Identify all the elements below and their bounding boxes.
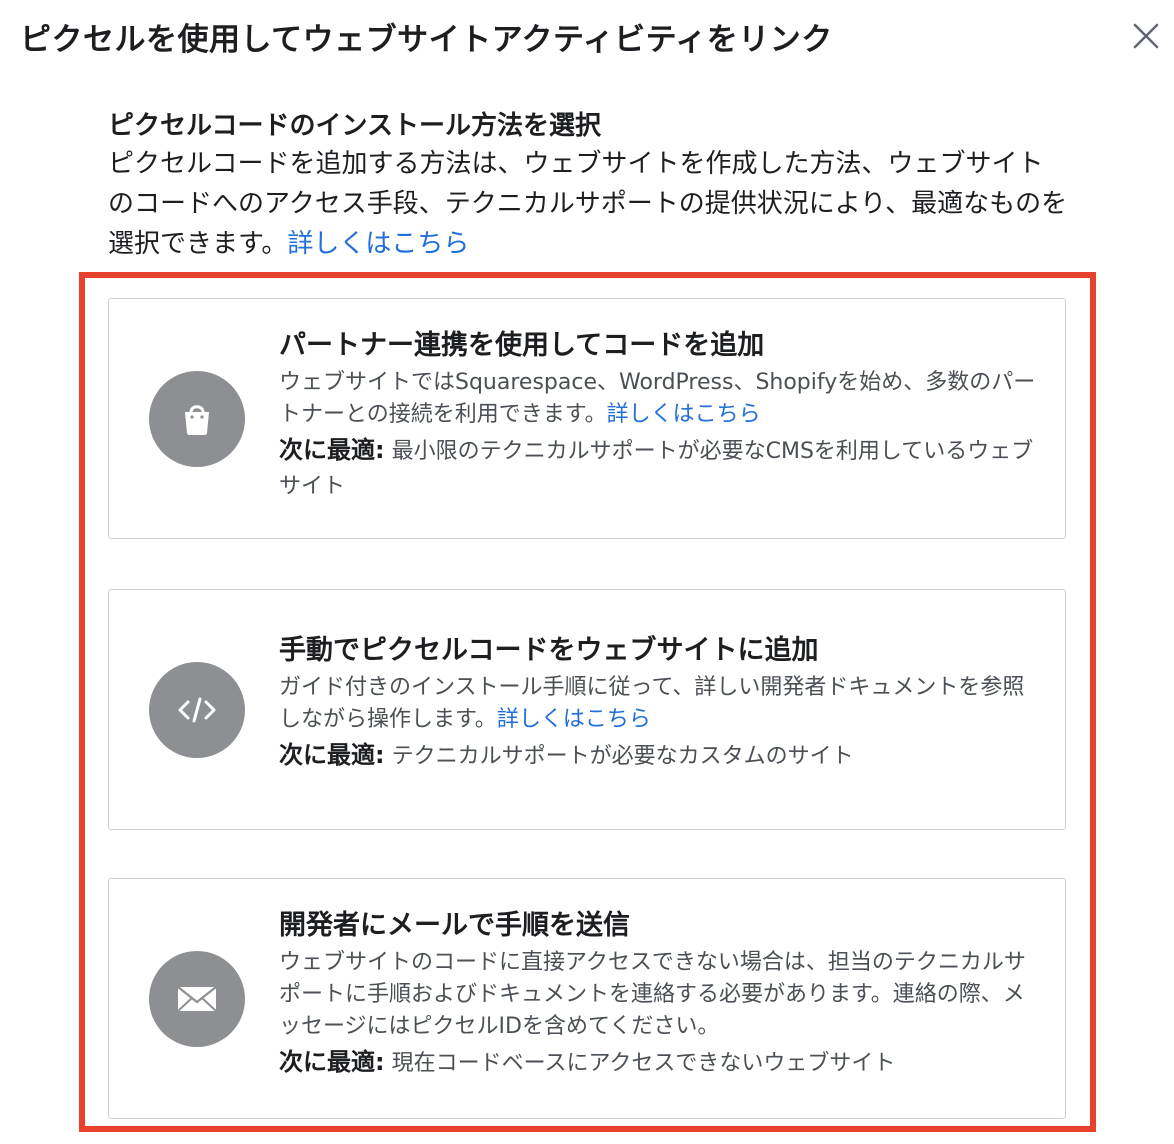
option-title: パートナー連携を使用してコードを追加 (279, 330, 765, 361)
option-manual-install[interactable]: 手動でピクセルコードをウェブサイトに追加 ガイド付きのインストール手順に従って、… (108, 589, 1066, 830)
option-partner-integration[interactable]: パートナー連携を使用してコードを追加 ウェブサイトではSquarespace、W… (108, 298, 1066, 539)
best-for-text: 現在コードベースにアクセスできないウェブサイト (384, 1051, 896, 1076)
intro-body-text: ピクセルコードを追加する方法は、ウェブサイトを作成した方法、ウェブサイトのコード… (108, 149, 1068, 259)
option-text: 開発者にメールで手順を送信 ウェブサイトのコードに直接アクセスできない場合は、担… (279, 907, 1039, 1081)
close-button[interactable] (1128, 18, 1164, 54)
option-email-developer[interactable]: 開発者にメールで手順を送信 ウェブサイトのコードに直接アクセスできない場合は、担… (108, 878, 1066, 1119)
option-best-for: 次に最適: 現在コードベースにアクセスできないウェブサイト (279, 1045, 1039, 1081)
intro-heading: ピクセルコードのインストール方法を選択 (108, 111, 601, 141)
dialog-title: ピクセルを使用してウェブサイトアクティビティをリンク (20, 22, 833, 58)
option-description: ウェブサイトのコードに直接アクセスできない場合は、担当のテクニカルサポートに手順… (279, 950, 1026, 1039)
option-text: 手動でピクセルコードをウェブサイトに追加 ガイド付きのインストール手順に従って、… (279, 632, 1039, 774)
option-description-text: ガイド付きのインストール手順に従って、詳しい開発者ドキュメントを参照しながら操作… (279, 675, 1025, 732)
option-best-for: 次に最適: テクニカルサポートが必要なカスタムのサイト (279, 738, 1039, 774)
envelope-icon (177, 986, 217, 1012)
option-title: 手動でピクセルコードをウェブサイトに追加 (279, 635, 819, 666)
intro-body: ピクセルコードを追加する方法は、ウェブサイトを作成した方法、ウェブサイトのコード… (108, 144, 1068, 264)
option-best-for: 次に最適: 最小限のテクニカルサポートが必要なCMSを利用しているウェブサイト (279, 433, 1039, 504)
best-for-label: 次に最適: (279, 1048, 385, 1076)
intro-section: ピクセルコードのインストール方法を選択 ピクセルコードを追加する方法は、ウェブサ… (108, 108, 1068, 264)
option-text: パートナー連携を使用してコードを追加 ウェブサイトではSquarespace、W… (279, 327, 1039, 504)
code-icon (178, 697, 216, 723)
option-icon-circle (149, 951, 245, 1047)
option-description: ガイド付きのインストール手順に従って、詳しい開発者ドキュメントを参照しながら操作… (279, 672, 1039, 736)
best-for-text: テクニカルサポートが必要なカスタムのサイト (384, 744, 854, 769)
option-description: ウェブサイトではSquarespace、WordPress、Shopifyを始め… (279, 367, 1039, 431)
option-learn-more-link[interactable]: 詳しくはこちら (607, 402, 761, 427)
pixel-setup-dialog: ピクセルを使用してウェブサイトアクティビティをリンク ピクセルコードのインストー… (0, 0, 1174, 1144)
option-icon-circle (149, 662, 245, 758)
close-icon (1133, 23, 1159, 49)
intro-learn-more-link[interactable]: 詳しくはこちら (287, 229, 469, 259)
option-title: 開発者にメールで手順を送信 (279, 910, 630, 941)
shopping-bag-icon (185, 405, 209, 435)
option-icon-circle (149, 371, 245, 467)
best-for-text: 最小限のテクニカルサポートが必要なCMSを利用しているウェブサイト (279, 439, 1034, 499)
best-for-label: 次に最適: (279, 741, 385, 769)
best-for-label: 次に最適: (279, 436, 385, 464)
option-learn-more-link[interactable]: 詳しくはこちら (497, 707, 651, 732)
